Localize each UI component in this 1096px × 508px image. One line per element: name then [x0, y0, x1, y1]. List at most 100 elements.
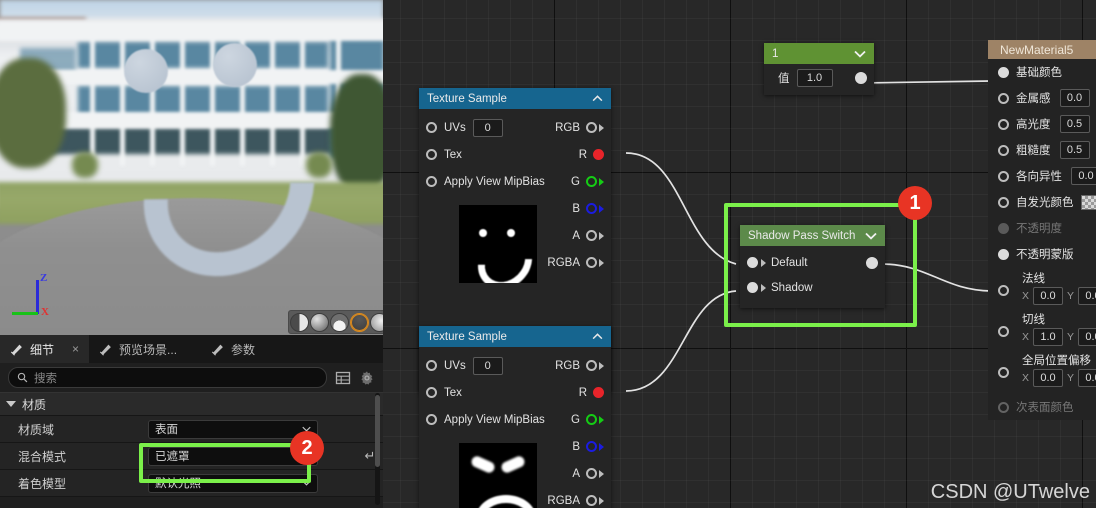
pin-output-b[interactable]: B	[572, 441, 604, 453]
node-header-constant-1[interactable]: 1	[764, 43, 874, 64]
pin-row-mipbias[interactable]: Apply View MipBias G	[419, 168, 611, 195]
tangent-y-value[interactable]: 0.0	[1078, 328, 1096, 346]
pin-row-tex[interactable]: Tex R	[419, 379, 611, 406]
details-scrollbar-thumb[interactable]	[375, 395, 380, 467]
pin-value-anisotropy[interactable]: 0.0	[1071, 167, 1096, 185]
pin-dot-rgba[interactable]	[586, 257, 597, 268]
tangent-x-value[interactable]: 1.0	[1033, 328, 1064, 346]
pin-input-mipbias[interactable]: Apply View MipBias	[426, 176, 545, 188]
pin-dot-base-color[interactable]	[998, 66, 1009, 78]
pin-row-world-position-offset[interactable]: 全局位置偏移 X 0.0 Y 0.0	[988, 349, 1096, 390]
shade-btn-unlit[interactable]	[310, 312, 329, 332]
pin-dot-opacity-mask[interactable]	[998, 248, 1009, 260]
shade-btn-material[interactable]	[370, 312, 383, 332]
chevron-up-icon[interactable]	[592, 333, 603, 340]
pin-dot-r[interactable]	[593, 387, 604, 398]
pin-row-tangent[interactable]: 切线 X 1.0 Y 0.0	[988, 308, 1096, 349]
normal-y-value[interactable]: 0.0	[1078, 287, 1096, 305]
pin-value-specular[interactable]: 0.5	[1059, 115, 1090, 133]
normal-x-value[interactable]: 0.0	[1033, 287, 1064, 305]
pin-dot-tex[interactable]	[426, 149, 437, 160]
pin-dot-tex[interactable]	[426, 387, 437, 398]
pin-value-uvs[interactable]: 0	[472, 118, 503, 137]
pin-dot-uvs[interactable]	[426, 122, 437, 133]
pin-dot-mipbias[interactable]	[426, 414, 437, 425]
search-input[interactable]: 搜索	[8, 367, 327, 388]
pin-dot-opacity[interactable]	[998, 222, 1009, 234]
node-texture-sample-2[interactable]: Texture Sample UVs 0 RGB Tex R Apply Vie…	[419, 326, 611, 508]
pin-row-emissive-color[interactable]: 自发光颜色	[988, 189, 1096, 215]
pin-output-r[interactable]: R	[579, 387, 604, 399]
pin-dot-mipbias[interactable]	[426, 176, 437, 187]
pin-input-uvs[interactable]: UVs 0	[426, 356, 503, 375]
pin-input-mipbias[interactable]: Apply View MipBias	[426, 414, 545, 426]
pin-row-opacity[interactable]: 不透明度	[988, 215, 1096, 241]
emissive-color-swatch[interactable]	[1080, 194, 1096, 210]
pin-value-constant[interactable]: 1.0	[796, 69, 833, 87]
pin-dot-rgb[interactable]	[586, 122, 597, 133]
pin-output-rgb[interactable]: RGB	[555, 360, 604, 372]
pin-output-rgba[interactable]: RGBA	[547, 495, 604, 507]
pin-row-subsurface-color[interactable]: 次表面颜色	[988, 394, 1096, 420]
pin-dot-b[interactable]	[586, 441, 597, 452]
pin-output-rgba[interactable]: RGBA	[547, 257, 604, 269]
shade-btn-lit[interactable]	[290, 312, 309, 332]
pin-row-metallic[interactable]: 金属感 0.0	[988, 85, 1096, 111]
pin-dot-anisotropy[interactable]	[998, 170, 1009, 182]
chevron-down-icon[interactable]	[854, 50, 866, 58]
pin-output-rgb[interactable]: RGB	[555, 122, 604, 134]
pin-dot-roughness[interactable]	[998, 144, 1009, 156]
pin-dot-emissive-color[interactable]	[998, 196, 1009, 208]
shade-btn-detail-lighting[interactable]	[350, 312, 369, 332]
pin-row-opacity-mask[interactable]: 不透明蒙版	[988, 241, 1096, 267]
pin-dot-metallic[interactable]	[998, 92, 1009, 104]
pin-row-anisotropy[interactable]: 各向异性 0.0	[988, 163, 1096, 189]
shade-btn-wireframe[interactable]	[330, 312, 349, 332]
pin-dot-r[interactable]	[593, 149, 604, 160]
pin-vector-tangent[interactable]: X 1.0 Y 0.0	[1022, 328, 1096, 346]
pin-dot-rgba[interactable]	[586, 495, 597, 506]
pin-input-uvs[interactable]: UVs 0	[426, 118, 503, 137]
tab-preview-scene[interactable]: 预览场景...	[89, 335, 187, 363]
pin-output-r[interactable]: R	[579, 149, 604, 161]
pin-row-specular[interactable]: 高光度 0.5	[988, 111, 1096, 137]
details-scrollbar[interactable]	[375, 393, 380, 505]
node-constant-1[interactable]: 1 值 1.0	[764, 43, 874, 95]
table-view-icon[interactable]	[335, 370, 351, 386]
details-group-header-material[interactable]: 材质	[0, 392, 383, 416]
pin-dot-a[interactable]	[586, 468, 597, 479]
pin-dot-a[interactable]	[586, 230, 597, 241]
pin-input-tex[interactable]: Tex	[426, 149, 462, 161]
pin-row-value[interactable]: 值 1.0	[764, 67, 874, 89]
pin-output-g[interactable]: G	[571, 414, 604, 426]
node-material-output[interactable]: NewMaterial5 基础颜色 金属感 0.0 高光度 0.5 粗糙度 0.…	[988, 40, 1096, 420]
pin-row-roughness[interactable]: 粗糙度 0.5	[988, 137, 1096, 163]
pin-dot-world-position-offset[interactable]	[998, 367, 1009, 378]
pin-dot-rgb[interactable]	[586, 360, 597, 371]
property-row-material-domain[interactable]: 材质域 表面	[0, 416, 383, 443]
pin-value-roughness[interactable]: 0.5	[1059, 141, 1090, 159]
viewport-shading-buttons[interactable]	[288, 310, 383, 334]
pin-row-mipbias[interactable]: Apply View MipBias G	[419, 406, 611, 433]
pin-output-a[interactable]: A	[572, 230, 604, 242]
pin-row-base-color[interactable]: 基础颜色	[988, 59, 1096, 85]
settings-gear-icon[interactable]	[359, 370, 375, 386]
material-domain-dropdown[interactable]: 表面	[148, 419, 318, 439]
pin-dot-uvs[interactable]	[426, 360, 437, 371]
tab-parameters[interactable]: 参数	[201, 335, 265, 363]
pin-dot-normal[interactable]	[998, 285, 1009, 296]
pin-dot-b[interactable]	[586, 203, 597, 214]
pin-input-tex[interactable]: Tex	[426, 387, 462, 399]
pin-value-uvs[interactable]: 0	[472, 356, 503, 375]
node-header-texture-sample-1[interactable]: Texture Sample	[419, 88, 611, 109]
pin-row-uvs[interactable]: UVs 0 RGB	[419, 352, 611, 379]
pin-output-b[interactable]: B	[572, 203, 604, 215]
tab-details[interactable]: 细节 ×	[0, 335, 90, 363]
tab-close-icon[interactable]: ×	[72, 342, 79, 356]
pin-dot-constant-out[interactable]	[855, 72, 867, 84]
node-header-material-output[interactable]: NewMaterial5	[988, 40, 1096, 59]
wpo-x-value[interactable]: 0.0	[1033, 369, 1064, 387]
pin-dot-g[interactable]	[586, 176, 597, 187]
pin-dot-tangent[interactable]	[998, 326, 1009, 337]
wpo-y-value[interactable]: 0.0	[1078, 369, 1096, 387]
